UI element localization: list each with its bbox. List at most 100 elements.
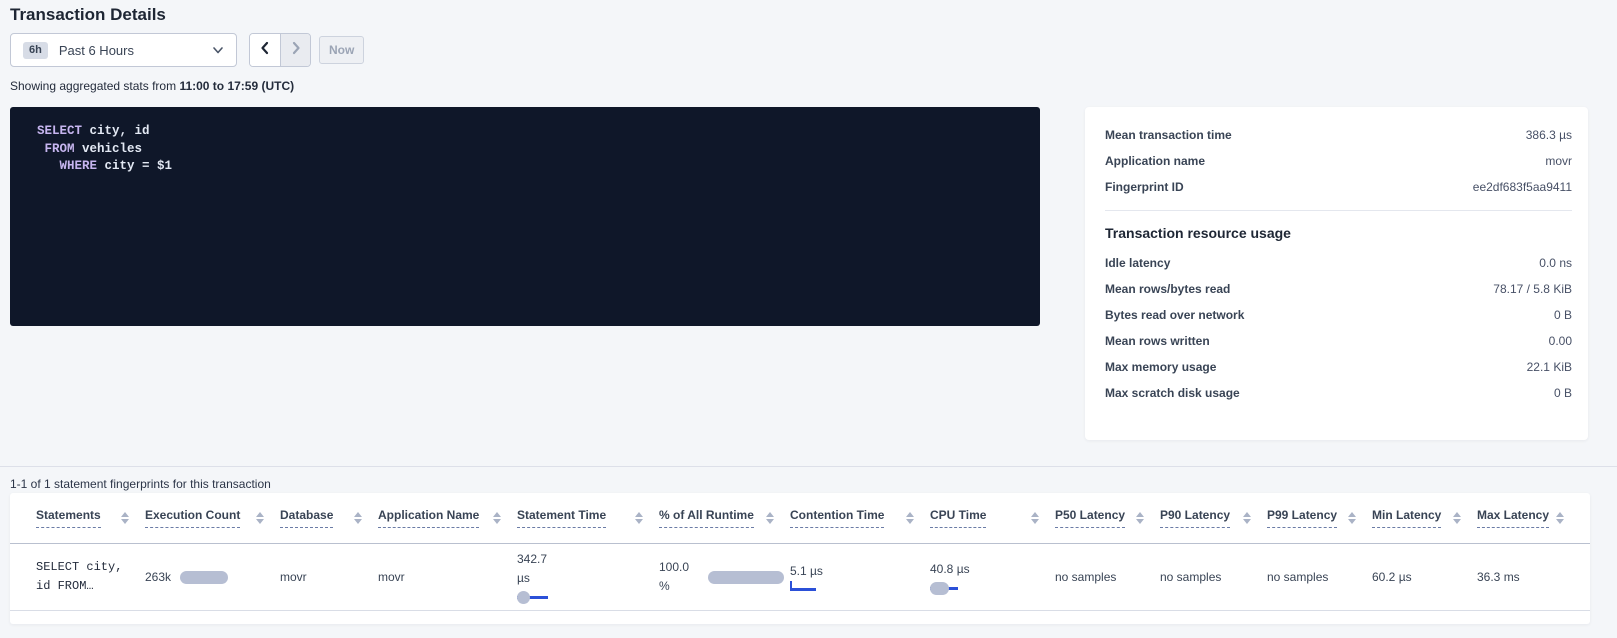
- sql-keyword: FROM: [45, 142, 75, 156]
- column-header-application-name[interactable]: Application Name: [378, 508, 517, 528]
- column-header-p50-latency[interactable]: P50 Latency: [1055, 508, 1160, 528]
- column-header-statements[interactable]: Statements: [36, 508, 145, 528]
- sort-icon[interactable]: [1243, 512, 1251, 524]
- sql-keyword: SELECT: [37, 124, 82, 138]
- overview-divider: [1105, 210, 1572, 211]
- stats-caption-prefix: Showing aggregated stats from: [10, 79, 179, 93]
- resource-row: Mean rows/bytes read 78.17 / 5.8 KiB: [1105, 276, 1572, 302]
- statement-time-bar: [517, 591, 659, 604]
- database-cell: movr: [280, 570, 378, 584]
- column-header-pct-runtime[interactable]: % of All Runtime: [659, 508, 790, 528]
- now-button[interactable]: Now: [319, 36, 364, 64]
- resource-label: Mean rows/bytes read: [1105, 282, 1230, 296]
- contention-time-cell: 5.1 µs: [790, 564, 930, 591]
- resource-label: Idle latency: [1105, 256, 1170, 270]
- column-header-p99-latency[interactable]: P99 Latency: [1267, 508, 1372, 528]
- page-title: Transaction Details: [10, 5, 166, 25]
- chevron-down-icon: [212, 44, 224, 56]
- time-range-dropdown[interactable]: 6h Past 6 Hours: [10, 33, 237, 67]
- aggregated-stats-caption: Showing aggregated stats from 11:00 to 1…: [10, 79, 294, 93]
- sql-line: FROM vehicles: [37, 141, 1020, 159]
- resource-label: Bytes read over network: [1105, 308, 1244, 322]
- table-row: SELECT city,id FROM… 263k movr movr 342.…: [10, 544, 1590, 611]
- resource-row: Max memory usage 22.1 KiB: [1105, 354, 1572, 380]
- column-header-max-latency[interactable]: Max Latency: [1477, 508, 1580, 528]
- p50-latency-cell: no samples: [1055, 570, 1160, 584]
- column-header-contention-time[interactable]: Contention Time: [790, 508, 930, 528]
- resource-label: Max memory usage: [1105, 360, 1216, 374]
- resource-row: Mean rows written 0.00: [1105, 328, 1572, 354]
- sort-icon[interactable]: [256, 512, 264, 524]
- overview-value: 386.3 µs: [1526, 128, 1572, 142]
- sort-icon[interactable]: [906, 512, 914, 524]
- resource-value: 0 B: [1554, 308, 1572, 322]
- pct-runtime-bar: [708, 571, 784, 584]
- overview-label: Fingerprint ID: [1105, 180, 1184, 194]
- min-latency-cell: 60.2 µs: [1372, 570, 1477, 584]
- column-header-min-latency[interactable]: Min Latency: [1372, 508, 1477, 528]
- sort-icon[interactable]: [766, 512, 774, 524]
- resource-label: Mean rows written: [1105, 334, 1210, 348]
- overview-row: Application name movr: [1105, 148, 1572, 174]
- statement-time-cell: 342.7 µs: [517, 550, 659, 604]
- cpu-time-cell: 40.8 µs: [930, 560, 1055, 595]
- sort-icon[interactable]: [1136, 512, 1144, 524]
- contention-time-bar: [790, 581, 930, 591]
- p90-latency-cell: no samples: [1160, 570, 1267, 584]
- sort-icon[interactable]: [1453, 512, 1461, 524]
- resource-label: Max scratch disk usage: [1105, 386, 1240, 400]
- statement-fingerprint-link[interactable]: SELECT city,id FROM…: [36, 558, 145, 596]
- section-divider: [0, 466, 1617, 467]
- overview-row: Mean transaction time 386.3 µs: [1105, 122, 1572, 148]
- prev-interval-button[interactable]: [250, 34, 280, 66]
- sort-icon[interactable]: [1556, 512, 1564, 524]
- sort-icon[interactable]: [121, 512, 129, 524]
- pct-runtime-cell: 100.0 %: [659, 558, 790, 596]
- statements-count-caption: 1-1 of 1 statement fingerprints for this…: [10, 477, 271, 491]
- interval-badge: 6h: [23, 42, 48, 59]
- overview-value: movr: [1545, 154, 1572, 168]
- resource-row: Bytes read over network 0 B: [1105, 302, 1572, 328]
- sql-line: SELECT city, id: [37, 123, 1020, 141]
- sql-keyword: WHERE: [60, 159, 98, 173]
- resource-value: 22.1 KiB: [1527, 360, 1572, 374]
- column-header-execution-count[interactable]: Execution Count: [145, 508, 280, 528]
- column-header-p90-latency[interactable]: P90 Latency: [1160, 508, 1267, 528]
- overview-value: ee2df683f5aa9411: [1473, 180, 1572, 194]
- sort-icon[interactable]: [1348, 512, 1356, 524]
- resource-usage-heading: Transaction resource usage: [1105, 225, 1572, 241]
- column-header-statement-time[interactable]: Statement Time: [517, 508, 659, 528]
- sort-icon[interactable]: [1031, 512, 1039, 524]
- resource-value: 0.0 ns: [1539, 256, 1572, 270]
- statements-table-header: Statements Execution Count Database Appl…: [10, 493, 1590, 544]
- resource-row: Idle latency 0.0 ns: [1105, 250, 1572, 276]
- sort-icon[interactable]: [493, 512, 501, 524]
- execution-count-cell: 263k: [145, 570, 280, 584]
- cpu-time-bar: [930, 582, 1055, 595]
- stats-caption-range: 11:00 to 17:59 (UTC): [179, 79, 294, 93]
- resource-value: 78.17 / 5.8 KiB: [1493, 282, 1572, 296]
- statements-table: Statements Execution Count Database Appl…: [10, 493, 1590, 624]
- application-name-cell: movr: [378, 570, 517, 584]
- sql-statement-box: SELECT city, id FROM vehicles WHERE city…: [10, 107, 1040, 326]
- chevron-right-icon: [290, 41, 302, 60]
- column-header-cpu-time[interactable]: CPU Time: [930, 508, 1055, 528]
- resource-value: 0 B: [1554, 386, 1572, 400]
- chevron-left-icon: [259, 41, 271, 60]
- time-picker-row: 6h Past 6 Hours Now: [10, 33, 364, 67]
- p99-latency-cell: no samples: [1267, 570, 1372, 584]
- time-range-label: Past 6 Hours: [59, 43, 134, 58]
- statement-cell: SELECT city,id FROM…: [36, 558, 145, 596]
- time-nav-group: [249, 33, 311, 67]
- sql-line: WHERE city = $1: [37, 158, 1020, 176]
- max-latency-cell: 36.3 ms: [1477, 570, 1580, 584]
- execution-count-bar: [180, 571, 228, 584]
- overview-label: Mean transaction time: [1105, 128, 1232, 142]
- next-interval-button[interactable]: [280, 34, 310, 66]
- resource-row: Max scratch disk usage 0 B: [1105, 380, 1572, 406]
- overview-label: Application name: [1105, 154, 1205, 168]
- transaction-overview-card: Mean transaction time 386.3 µs Applicati…: [1085, 107, 1588, 440]
- sort-icon[interactable]: [635, 512, 643, 524]
- sort-icon[interactable]: [354, 512, 362, 524]
- column-header-database[interactable]: Database: [280, 508, 378, 528]
